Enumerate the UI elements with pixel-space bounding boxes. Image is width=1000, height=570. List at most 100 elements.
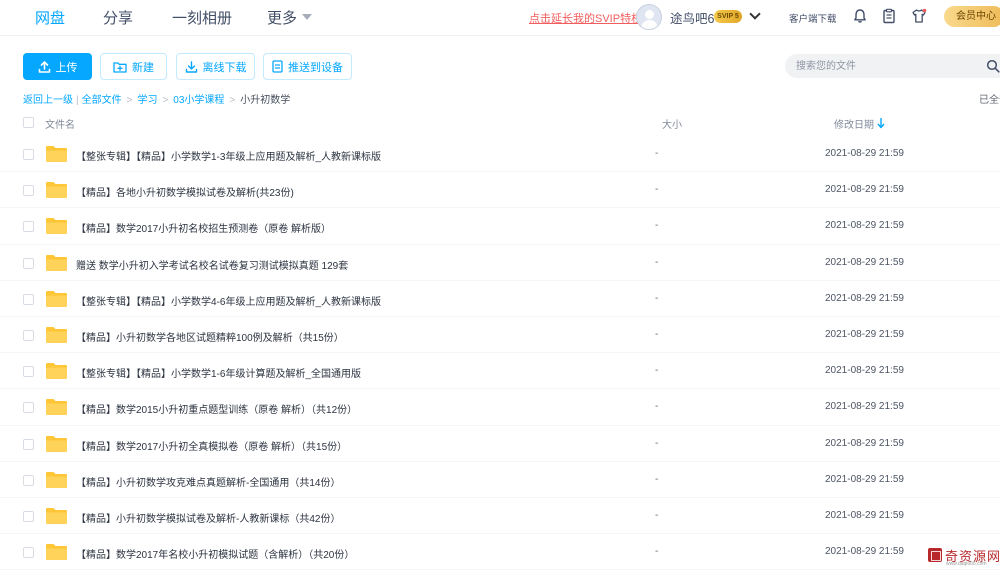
table-row[interactable]: 【精品】数学2015小升初重点题型训练（原卷 解析）（共12份） - 2021-08…	[0, 389, 1000, 426]
select-all-checkbox[interactable]	[23, 117, 34, 128]
file-name[interactable]: 【整张专辑】【精品】小学数学1-6年级计算题及解析_全国通用版	[76, 365, 361, 380]
tab-more[interactable]: 更多	[267, 7, 297, 28]
row-checkbox[interactable]	[23, 366, 34, 378]
svip-renew-link[interactable]: 点击延长我的SVIP特权	[529, 10, 642, 26]
chevron-down-icon[interactable]	[302, 14, 312, 20]
row-checkbox[interactable]	[23, 547, 34, 559]
file-modified-date: 2021-08-29 21:59	[825, 184, 904, 196]
table-row[interactable]: 【整张专辑】【精品】小学数学1-6年级计算题及解析_全国通用版 - 2021-08-…	[0, 353, 1000, 390]
push-to-device-label: 推送到设备	[288, 61, 343, 74]
file-name[interactable]: 【精品】数学2017小升初全真模拟卷（原卷 解析）（共15份）	[76, 438, 347, 453]
watermark-seal-icon	[928, 548, 942, 562]
file-modified-date: 2021-08-29 21:59	[825, 365, 904, 377]
file-name[interactable]: 【精品】小升初数学各地区试题精粹100例及解析（共15份）	[76, 329, 344, 344]
breadcrumb-separator: >	[229, 95, 236, 106]
row-checkbox[interactable]	[23, 293, 34, 305]
row-checkbox[interactable]	[23, 510, 34, 522]
row-checkbox[interactable]	[23, 329, 34, 341]
file-modified-date: 2021-08-29 21:59	[825, 328, 904, 340]
file-name[interactable]: 【精品】数学2017年名校小升初模拟试题（含解析）（共20份）	[76, 546, 354, 561]
table-row[interactable]: 【整张专辑】【精品】小学数学4-6年级上应用题及解析_人教新课标版 - 2021-0…	[0, 281, 1000, 317]
file-size: -	[655, 220, 659, 232]
file-list: 【整张专辑】【精品】小学数学1-3年级上应用题及解析_人教新课标版 - 2021-0…	[0, 136, 1000, 570]
new-folder-button[interactable]: 新建	[100, 53, 167, 80]
offline-download-button[interactable]: 离线下载	[176, 53, 255, 80]
table-row[interactable]: 【精品】数学2017年名校小升初模拟试题（含解析）（共20份） - 2021-08-…	[0, 534, 1000, 570]
username[interactable]: 途鸟吧6	[670, 8, 714, 27]
upload-button[interactable]: 上传	[23, 53, 92, 80]
table-row[interactable]: 【精品】数学2017小升初全真模拟卷（原卷 解析）（共15份） - 2021-08-…	[0, 426, 1000, 462]
file-size: -	[655, 473, 659, 485]
file-modified-date: 2021-08-29 21:59	[825, 509, 904, 521]
file-size: -	[655, 292, 659, 304]
table-row[interactable]: 【精品】数学2017小升初名校招生预测卷（原卷 解析版） - 2021-08-29 …	[0, 208, 1000, 245]
row-checkbox[interactable]	[23, 438, 34, 450]
breadcrumb-back-link[interactable]: 返回上一级	[23, 95, 73, 106]
user-menu-chevron-icon[interactable]	[749, 8, 761, 20]
upload-label: 上传	[55, 61, 78, 74]
table-row[interactable]: 【精品】小升初数学各地区试题精粹100例及解析（共15份） - 2021-08-29…	[0, 317, 1000, 354]
file-name[interactable]: 【精品】小升初数学攻克难点真题解析-全国通用（共14份）	[76, 474, 340, 489]
upload-icon	[38, 60, 50, 73]
bell-icon[interactable]	[852, 8, 868, 24]
breadcrumb-study[interactable]: 学习	[137, 95, 157, 106]
new-label: 新建	[132, 61, 154, 74]
file-modified-date: 2021-08-29 21:59	[825, 220, 904, 232]
file-name[interactable]: 【精品】小升初数学模拟试卷及解析-人教新课标（共42份）	[76, 510, 340, 525]
row-checkbox[interactable]	[23, 257, 34, 269]
clipboard-icon[interactable]	[881, 8, 897, 24]
file-name[interactable]: 【整张专辑】【精品】小学数学1-3年级上应用题及解析_人教新课标版	[76, 148, 381, 163]
watermark: 奇资源网 www.daqi666.com	[928, 546, 1000, 570]
file-size: -	[655, 184, 659, 196]
breadcrumb-primary-courses[interactable]: 03小学课程	[173, 95, 224, 106]
breadcrumb-all-files[interactable]: 全部文件	[82, 95, 122, 106]
folder-icon	[46, 435, 67, 452]
folder-icon	[46, 182, 67, 199]
folder-icon	[46, 218, 67, 235]
row-checkbox[interactable]	[23, 149, 34, 160]
folder-icon	[46, 399, 67, 416]
file-name[interactable]: 【精品】各地小升初数学模拟试卷及解析(共23份)	[76, 184, 294, 199]
table-row[interactable]: 赠送 数学小升初入学考试名校名试卷复习测试模拟真题 129套 - 2021-08-2…	[0, 245, 1000, 281]
breadcrumb-separator: >	[162, 95, 169, 106]
tab-netdisk[interactable]: 网盘	[35, 7, 65, 28]
table-row[interactable]: 【精品】各地小升初数学模拟试卷及解析(共23份) - 2021-08-29 21:5…	[0, 172, 1000, 209]
folder-icon	[46, 507, 67, 524]
offline-download-label: 离线下载	[202, 61, 247, 74]
tshirt-icon[interactable]	[911, 8, 927, 24]
table-row[interactable]: 【整张专辑】【精品】小学数学1-3年级上应用题及解析_人教新课标版 - 2021-0…	[0, 136, 1000, 173]
push-to-device-button[interactable]: 推送到设备	[263, 53, 352, 80]
row-checkbox[interactable]	[23, 185, 34, 197]
tab-share[interactable]: 分享	[103, 7, 133, 28]
file-name[interactable]: 赠送 数学小升初入学考试名校名试卷复习测试模拟真题 129套	[76, 257, 348, 272]
column-header-size[interactable]: 大小	[662, 116, 682, 131]
row-checkbox[interactable]	[23, 402, 34, 414]
file-modified-date: 2021-08-29 21:59	[825, 292, 904, 304]
row-checkbox[interactable]	[23, 474, 34, 486]
file-modified-date: 2021-08-29 21:59	[825, 546, 904, 558]
new-folder-icon	[113, 61, 127, 73]
file-name[interactable]: 【整张专辑】【精品】小学数学4-6年级上应用题及解析_人教新课标版	[76, 293, 381, 308]
search-input[interactable]	[785, 54, 1000, 78]
file-name[interactable]: 【精品】数学2015小升初重点题型训练（原卷 解析）（共12份）	[76, 401, 357, 416]
sort-descending-icon[interactable]	[876, 116, 886, 130]
file-size: -	[655, 365, 659, 377]
download-icon	[185, 60, 197, 73]
client-download-link[interactable]: 客户端下载	[789, 11, 837, 25]
breadcrumb: 返回上一级 | 全部文件 > 学习 >03小学课程 > 小升初数学	[23, 91, 290, 106]
file-size: -	[655, 256, 659, 268]
row-checkbox[interactable]	[23, 221, 34, 233]
column-header-name[interactable]: 文件名	[45, 116, 75, 131]
search-icon[interactable]	[986, 59, 1000, 73]
vip-center-button[interactable]: 会员中心	[944, 6, 1000, 27]
breadcrumb-current: 小升初数学	[240, 95, 291, 106]
avatar[interactable]	[636, 4, 662, 30]
file-size: -	[655, 509, 659, 521]
table-row[interactable]: 【精品】小升初数学模拟试卷及解析-人教新课标（共42份） - 2021-08-29 …	[0, 498, 1000, 535]
file-size: -	[655, 437, 659, 449]
column-header-modified[interactable]: 修改日期	[834, 116, 874, 131]
file-name[interactable]: 【精品】数学2017小升初名校招生预测卷（原卷 解析版）	[76, 220, 331, 235]
loaded-status: 已全部加载	[979, 95, 1000, 106]
table-row[interactable]: 【精品】小升初数学攻克难点真题解析-全国通用（共14份） - 2021-08-29 …	[0, 462, 1000, 498]
tab-album[interactable]: 一刻相册	[172, 7, 232, 28]
